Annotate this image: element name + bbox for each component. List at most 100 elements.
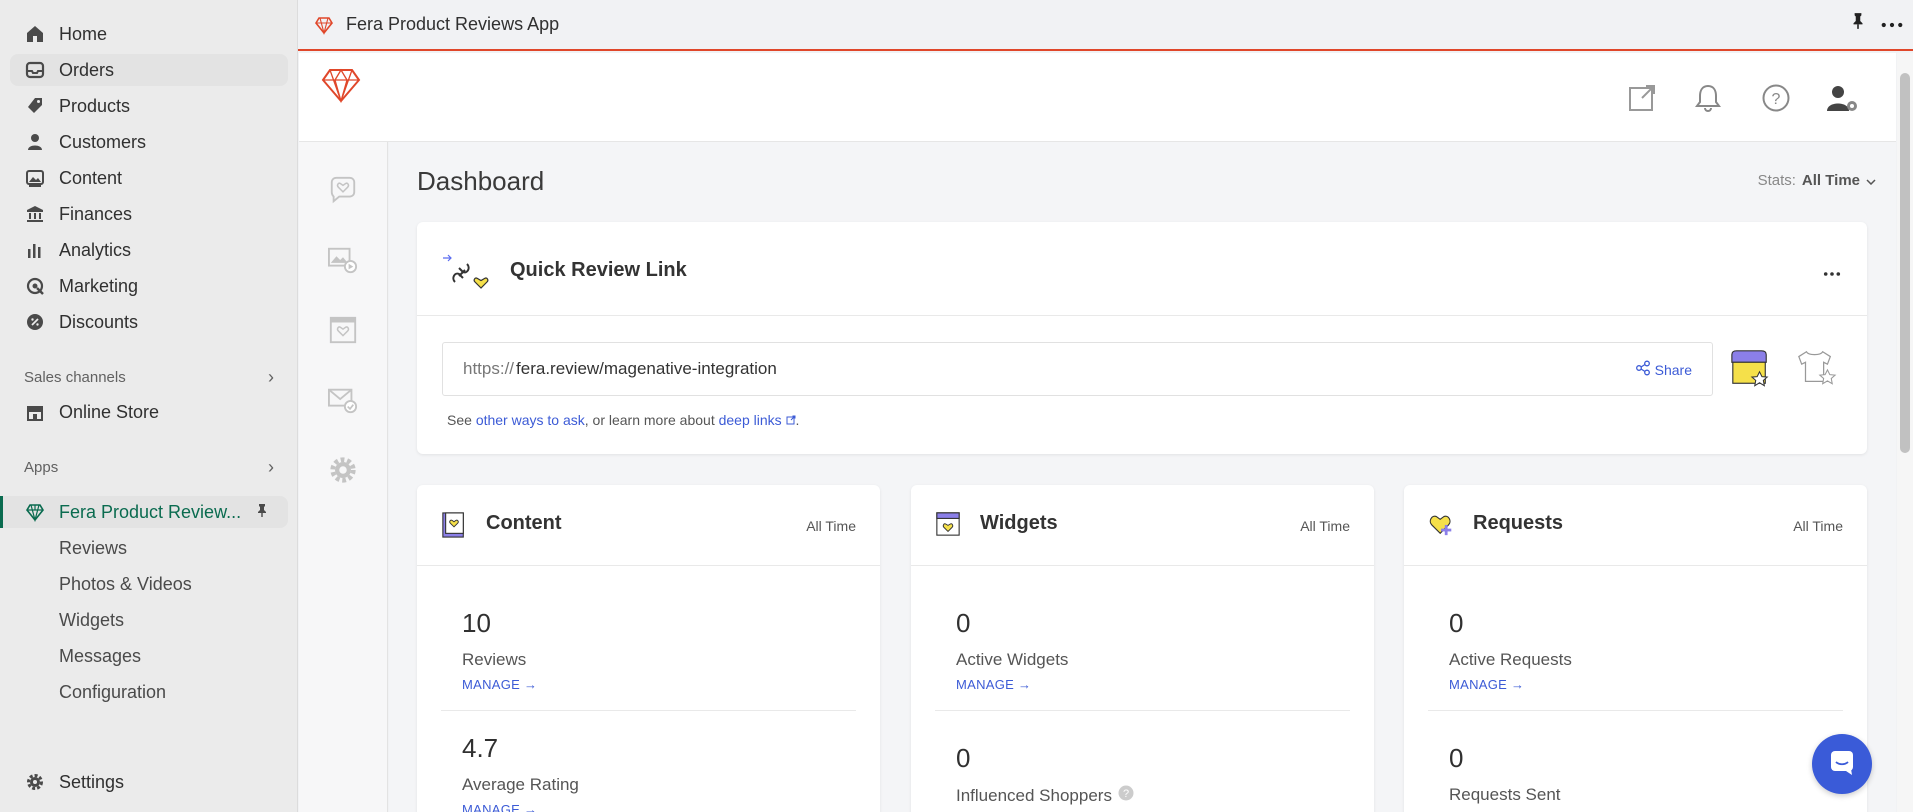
manage-reviews-link[interactable]: MANAGE → (462, 677, 537, 692)
stats-period-selector[interactable]: Stats: All Time (1758, 172, 1876, 189)
help-icon[interactable]: ? (1761, 83, 1791, 118)
quick-review-link-card: Quick Review Link https:// fera.review/m… (417, 222, 1867, 454)
scrollbar-thumb[interactable] (1900, 73, 1910, 453)
sidebar-item-customers[interactable]: Customers (10, 126, 288, 158)
person-icon (25, 132, 45, 152)
product-review-icon[interactable] (1795, 348, 1837, 393)
sidebar-item-label: Settings (59, 771, 125, 792)
external-link-icon[interactable] (1628, 84, 1656, 117)
requests-sent-count: 0 (1449, 743, 1464, 773)
account-settings-icon[interactable] (1826, 83, 1860, 118)
more-options-icon[interactable] (1823, 264, 1841, 282)
apps-header[interactable]: Apps › (24, 457, 274, 478)
chat-launcher-button[interactable] (1812, 734, 1872, 794)
svg-text:?: ? (1772, 91, 1781, 108)
svg-text:?: ? (1123, 788, 1129, 800)
sidebar-subitem-photos-videos[interactable]: Photos & Videos (59, 574, 192, 595)
home-icon (25, 24, 45, 44)
sidebar-subitem-reviews[interactable]: Reviews (59, 538, 127, 559)
widgets-nav-icon[interactable] (323, 310, 363, 350)
active-widgets-count: 0 (956, 608, 971, 638)
url-prefix: https:// (463, 359, 515, 378)
average-rating-value: 4.7 (462, 733, 499, 763)
active-requests-label: Active Requests (1449, 650, 1572, 669)
stats-value: All Time (1801, 172, 1860, 189)
pin-icon[interactable] (1849, 12, 1867, 35)
sidebar-item-fera-app[interactable]: Fera Product Review... (0, 496, 288, 528)
fera-logo-icon[interactable] (321, 67, 361, 108)
card-period: All Time (1300, 518, 1350, 534)
sidebar-item-label: Finances (59, 203, 133, 224)
store-review-icon[interactable] (1729, 348, 1771, 393)
apps-label: Apps (24, 459, 59, 476)
url-value[interactable]: fera.review/magenative-integration (516, 359, 777, 379)
configuration-nav-icon[interactable] (323, 450, 363, 490)
page-scrollbar[interactable] (1897, 53, 1913, 812)
link-help-text: See other ways to ask, or learn more abo… (447, 412, 799, 428)
heart-plus-icon (1428, 511, 1456, 542)
sidebar-item-finances[interactable]: Finances (10, 198, 288, 230)
divider (441, 710, 856, 711)
help-icon[interactable]: ? (1118, 785, 1134, 806)
sales-channels-label: Sales channels (24, 369, 126, 386)
manage-widgets-link[interactable]: MANAGE → (956, 677, 1031, 692)
divider (417, 315, 1867, 316)
divider (935, 710, 1350, 711)
help-text: See (447, 412, 472, 428)
deep-links-link[interactable]: deep links (719, 412, 782, 428)
sidebar-item-label: Fera Product Review... (59, 501, 242, 522)
target-icon (25, 276, 45, 296)
chevron-right-icon: › (268, 367, 274, 387)
sidebar-item-home[interactable]: Home (10, 18, 288, 50)
sidebar-item-label: Orders (59, 59, 115, 80)
pin-icon[interactable] (254, 502, 270, 523)
chevron-right-icon: › (268, 457, 274, 477)
sidebar-item-label: Content (59, 167, 123, 188)
active-requests-count: 0 (1449, 608, 1464, 638)
content-card: Content All Time 10 Reviews MANAGE → 4.7… (417, 485, 880, 812)
sidebar-item-label: Marketing (59, 275, 139, 296)
other-ways-link[interactable]: other ways to ask (476, 412, 585, 428)
dashboard-main: Dashboard Stats: All Time Quick Review L… (389, 142, 1896, 812)
requests-sent-label: Requests Sent (1449, 785, 1561, 804)
sidebar-item-content[interactable]: Content (10, 162, 288, 194)
sidebar-subitem-configuration[interactable]: Configuration (59, 682, 166, 703)
sidebar-subitem-messages[interactable]: Messages (59, 646, 141, 667)
sidebar-item-label: Analytics (59, 239, 132, 260)
review-link-field[interactable]: https:// fera.review/magenative-integrat… (442, 342, 1713, 396)
app-title-bar: Fera Product Reviews App (298, 0, 1913, 51)
chevron-down-icon (1866, 172, 1876, 189)
reviews-label: Reviews (462, 650, 527, 669)
more-options-icon[interactable] (1881, 13, 1903, 34)
stat-label-text: Influenced Shoppers (956, 785, 1112, 805)
sidebar-subitem-widgets[interactable]: Widgets (59, 610, 124, 631)
sidebar-item-orders[interactable]: Orders (10, 54, 288, 86)
sales-channels-header[interactable]: Sales channels › (24, 367, 274, 388)
external-link-icon (786, 412, 796, 428)
influenced-shoppers-count: 0 (956, 743, 971, 773)
sidebar-item-label: Discounts (59, 311, 139, 332)
card-title: Widgets (980, 512, 1058, 534)
help-text: . (795, 412, 800, 428)
card-title: Content (486, 512, 562, 534)
share-button[interactable]: Share (1635, 360, 1692, 379)
sidebar-item-marketing[interactable]: Marketing (10, 270, 288, 302)
sidebar-item-discounts[interactable]: Discounts (10, 306, 288, 338)
fera-header: ? (299, 53, 1896, 142)
page-title: Dashboard (417, 166, 545, 196)
photos-videos-nav-icon[interactable] (323, 240, 363, 280)
manage-requests-link[interactable]: MANAGE → (1449, 677, 1524, 692)
sidebar-item-products[interactable]: Products (10, 90, 288, 122)
divider (1428, 710, 1843, 711)
sidebar-item-online-store[interactable]: Online Store (10, 396, 288, 428)
store-icon (25, 402, 45, 422)
sidebar-item-analytics[interactable]: Analytics (10, 234, 288, 266)
orders-icon (25, 60, 45, 80)
messages-nav-icon[interactable] (323, 380, 363, 420)
bell-icon[interactable] (1694, 83, 1722, 118)
bank-icon (25, 204, 45, 224)
reviews-nav-icon[interactable] (323, 170, 363, 210)
sidebar-item-label: Online Store (59, 401, 160, 422)
sidebar-item-settings[interactable]: Settings (10, 766, 288, 798)
manage-rating-link[interactable]: MANAGE → (462, 802, 537, 812)
